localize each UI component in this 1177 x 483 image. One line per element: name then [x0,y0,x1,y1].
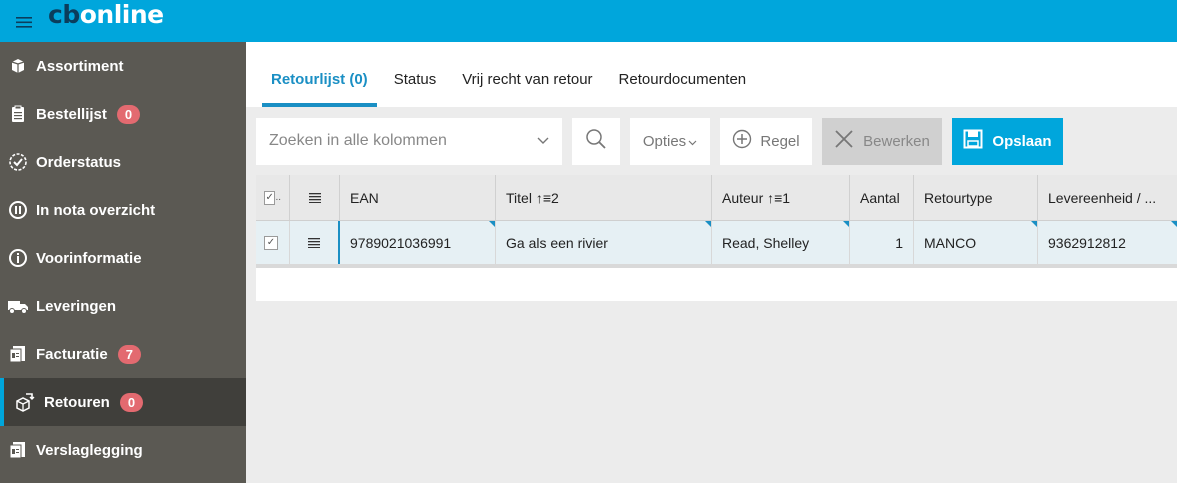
tab-retourdocumenten[interactable]: Retourdocumenten [610,71,756,107]
sidebar-item-label: Voorinformatie [36,249,142,267]
save-label: Opslaan [992,132,1052,150]
floppy-disk-icon [963,129,983,153]
sidebar-item-label: Verslaglegging [36,441,143,459]
tab-status[interactable]: Status [385,71,446,107]
sidebar-item-facturatie[interactable]: Facturatie 7 [0,330,246,378]
sidebar-item-label: In nota overzicht [36,201,156,219]
add-line-label: Regel [760,132,800,150]
pause-circle-icon [0,200,36,220]
row-menu-icon[interactable] [290,221,340,264]
column-header-titel[interactable]: Titel ↑≡2 [496,175,712,220]
sidebar-item-label: Facturatie [36,345,108,363]
clipboard-icon [0,105,36,123]
sidebar-item-label: Assortiment [36,57,124,75]
checkbox-icon: ✓ [264,190,276,205]
returns-table: ✓.. EAN Titel ↑≡2 Auteur ↑≡1 Aantal Reto… [256,175,1177,301]
close-icon [834,129,854,153]
return-box-icon [6,392,42,412]
column-header-levereenheid[interactable]: Levereenheid / ... [1038,175,1177,220]
info-circle-icon [0,248,36,268]
sidebar-item-retouren[interactable]: Retouren 0 [0,378,246,426]
cell-auteur[interactable]: Read, Shelley [712,221,850,264]
column-header-retourtype[interactable]: Retourtype [914,175,1038,220]
chevron-down-icon [688,133,697,150]
options-dropdown[interactable]: Opties [630,117,710,165]
edit-label: Bewerken [863,132,930,150]
app-logo[interactable]: cbonline [48,0,164,29]
options-label: Opties [642,132,687,150]
tab-vrij-recht-van-retour[interactable]: Vrij recht van retour [453,71,601,107]
sidebar-item-label: Leveringen [36,297,117,315]
sidebar-item-label: Retouren [44,393,110,411]
report-icon [0,441,36,459]
main-content: Retourlijst (0) Status Vrij recht van re… [246,42,1177,483]
search-input[interactable]: Zoeken in alle kolommen [256,117,562,165]
row-menu-icon[interactable] [290,175,340,220]
search-placeholder: Zoeken in alle kolommen [269,132,447,149]
sidebar-item-in-nota-overzicht[interactable]: In nota overzicht [0,186,246,234]
row-checkbox[interactable]: ✓ [256,221,290,264]
cell-levereenheid[interactable]: 9362912812 [1038,221,1177,264]
column-header-ean[interactable]: EAN [340,175,496,220]
search-button[interactable] [572,117,620,165]
table-header: ✓.. EAN Titel ↑≡2 Auteur ↑≡1 Aantal Reto… [256,175,1177,221]
check-circle-icon [0,152,36,172]
cell-retourtype[interactable]: MANCO [914,221,1038,264]
count-badge: 0 [119,392,144,412]
search-icon [585,128,607,154]
sidebar-item-label: Orderstatus [36,153,122,171]
sidebar-item-bestellijst[interactable]: Bestellijst 0 [0,90,246,138]
checkbox-icon: ✓ [264,235,278,250]
cell-titel[interactable]: Ga als een rivier [496,221,712,264]
sidebar-item-orderstatus[interactable]: Orderstatus [0,138,246,186]
invoice-icon [0,345,36,363]
add-line-button[interactable]: Regel [720,117,812,165]
sidebar-item-assortiment[interactable]: Assortiment [0,42,246,90]
tab-retourlijst[interactable]: Retourlijst (0) [262,71,377,107]
cell-aantal[interactable]: 1 [850,221,914,264]
column-header-auteur[interactable]: Auteur ↑≡1 [712,175,850,220]
box-icon [0,57,36,75]
plus-circle-icon [732,129,752,153]
sidebar-item-verslaglegging[interactable]: Verslaglegging [0,426,246,474]
save-button[interactable]: Opslaan [952,117,1063,165]
toolbar: Zoeken in alle kolommen Opties Regel Bew… [256,117,1063,165]
table-row[interactable]: ✓ 9789021036991 Ga als een rivier Read, … [256,221,1177,268]
truck-icon [0,297,36,315]
cell-ean[interactable]: 9789021036991 [340,221,496,264]
count-badge: 7 [117,344,141,364]
sidebar: Assortiment Bestellijst 0 Orderstatus In… [0,42,246,483]
edit-button[interactable]: Bewerken [822,117,942,165]
sidebar-item-voorinformatie[interactable]: Voorinformatie [0,234,246,282]
tab-bar: Retourlijst (0) Status Vrij recht van re… [246,42,1177,107]
select-all-checkbox[interactable]: ✓.. [256,175,290,220]
table-empty-area [256,268,1177,301]
chevron-down-icon[interactable] [537,132,549,150]
hamburger-menu-icon[interactable] [0,0,48,42]
column-header-aantal[interactable]: Aantal [850,175,914,220]
sidebar-item-label: Bestellijst [36,105,107,123]
sidebar-item-leveringen[interactable]: Leveringen [0,282,246,330]
top-bar: cbonline [0,0,1177,42]
count-badge: 0 [116,104,141,124]
